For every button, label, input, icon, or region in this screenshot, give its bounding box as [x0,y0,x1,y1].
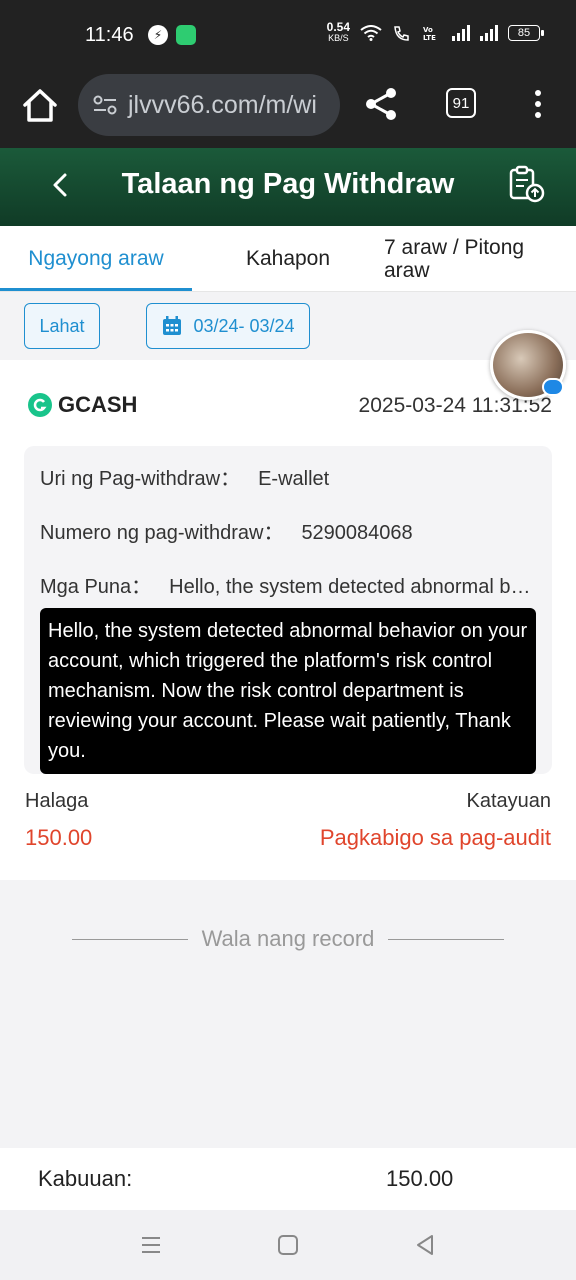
clipboard-upload-icon[interactable] [506,164,546,204]
recent-apps-icon[interactable] [138,1232,164,1258]
gcash-icon [28,393,52,417]
remark-label: Mga Puna： [40,576,152,598]
tab-switcher-button[interactable]: 91 [446,88,476,118]
gcash-logo: GCASH [28,392,137,418]
tab-yesterday-label: Kahapon [245,247,331,270]
more-menu-icon[interactable] [528,86,548,122]
battery-icon: 85 [508,25,544,41]
total-value: 150.00 [386,1166,454,1191]
withdraw-record-card: GCASH 2025-03-24 11:31:52 Uri ng Pag-wit… [0,360,576,880]
url-text: jlvvv66.com/m/wi [128,90,317,119]
home-nav-icon[interactable] [275,1232,301,1258]
address-bar[interactable]: jlvvv66.com/m/wi [78,74,340,136]
status-value: Pagkabigo sa pag-audit [319,825,551,850]
divider [388,938,505,940]
active-tab-indicator [0,288,192,291]
back-nav-icon[interactable] [412,1232,438,1258]
site-settings-icon[interactable] [92,94,118,116]
wifi-calling-icon [394,26,409,41]
provider-name: GCASH [58,392,138,417]
no-more-records-text: Wala nang record [201,926,375,951]
amount-label: Halaga [25,790,89,812]
volte-icon: VoLTE [423,26,436,41]
total-label: Kabuuan: [38,1166,133,1191]
share-icon[interactable] [364,86,398,122]
remark-value: Hello, the system detected abnormal beha… [169,576,540,598]
calendar-icon [163,316,182,335]
filter-all-button[interactable]: Lahat [24,303,100,349]
remark-row[interactable]: Mga Puna： Hello, the system detected abno… [40,570,540,599]
amount-value: 150.00 [25,825,93,850]
withdraw-number-value: 5290084068 [301,522,413,544]
svg-text:Vo: Vo [423,26,433,34]
messages-icon [176,25,196,45]
messenger-badge-icon [542,378,564,396]
notification-icons: ⚡ [148,25,196,45]
system-nav-bar [0,1210,576,1280]
withdraw-type-label: Uri ng Pag-withdraw： [40,468,241,490]
record-details: Uri ng Pag-withdraw： E-wallet Numero ng p… [24,446,552,774]
status-time: 11:46 [85,24,134,46]
withdraw-type-value: E-wallet [258,468,330,490]
signal-icon-2 [480,25,498,41]
svg-text:LTE: LTE [423,34,436,41]
page-title: Talaan ng Pag Withdraw [121,168,455,200]
remark-tooltip: Hello, the system detected abnormal beha… [40,608,536,774]
browser-toolbar: jlvvv66.com/m/wi 91 [0,72,576,148]
wifi-icon [360,25,382,41]
withdraw-number-row: Numero ng pag-withdraw： 5290084068 [40,516,413,545]
filter-row: Lahat 03/24- 03/24 [0,292,576,360]
withdraw-number-label: Numero ng pag-withdraw： [40,522,284,544]
status-right-icons: 0.54 KB/S Vo LTE 85 [326,20,544,44]
network-speed-value: 0.54 [326,20,350,34]
divider [71,938,188,940]
tab-count: 91 [452,94,470,112]
signal-icon-1 [452,25,470,41]
tab-seven-days[interactable]: 7 araw / Pitong araw [384,226,564,292]
app-header: Talaan ng Pag Withdraw [0,148,576,226]
home-icon[interactable] [20,86,60,126]
withdraw-type-row: Uri ng Pag-withdraw： E-wallet [40,462,329,491]
network-speed: 0.54 KB/S [326,20,350,44]
tab-today[interactable]: Ngayong araw [0,226,192,292]
tab-yesterday[interactable]: Kahapon [192,226,384,292]
status-bar: 11:46 ⚡ 0.54 KB/S Vo LTE 85 [0,0,576,72]
battery-level: 85 [517,27,531,39]
date-range-text: 03/24- 03/24 [193,315,295,336]
no-more-records: Wala nang record [0,926,576,952]
tab-seven-days-label: 7 araw / Pitong araw [384,236,525,282]
date-range-button[interactable]: 03/24- 03/24 [146,303,310,349]
total-bar: Kabuuan: 150.00 [0,1148,576,1210]
network-speed-unit: KB/S [328,33,349,43]
status-label: Katayuan [466,790,551,812]
tab-today-label: Ngayong araw [28,247,164,270]
messenger-icon: ⚡ [148,25,168,45]
date-tabs: Ngayong araw Kahapon 7 araw / Pitong ara… [0,226,576,292]
